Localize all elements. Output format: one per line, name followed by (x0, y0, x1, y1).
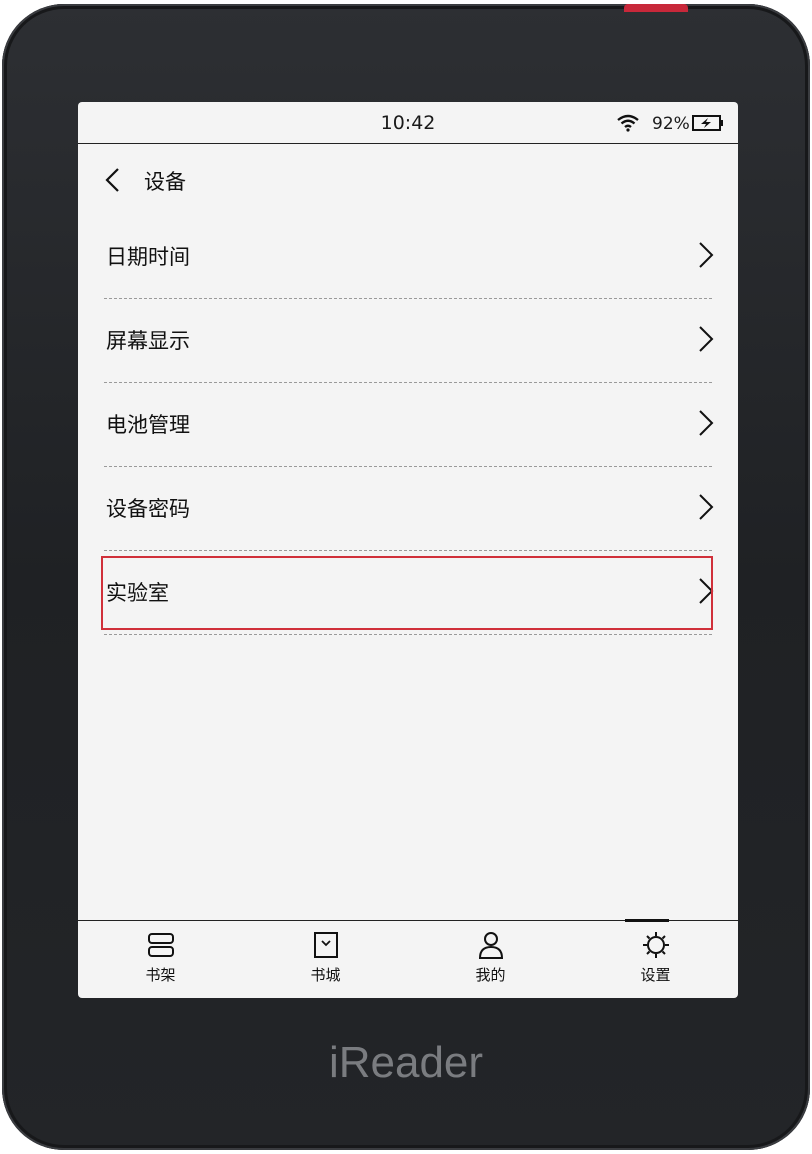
power-button[interactable] (624, 4, 688, 12)
bookshelf-icon (147, 933, 174, 957)
page-title: 设备 (144, 170, 186, 194)
tab-bookshelf[interactable]: 书架 (78, 921, 243, 998)
menu-item-label: 屏幕显示 (106, 329, 190, 353)
menu-item-label: 实验室 (106, 581, 169, 605)
divider (104, 634, 712, 635)
tab-bookstore[interactable]: 书城 (243, 921, 408, 998)
battery-charging-icon (692, 115, 723, 131)
menu-item-device-password[interactable]: 设备密码 (78, 466, 738, 551)
wifi-icon (617, 114, 639, 132)
battery-percent: 92% (652, 114, 690, 134)
menu-item-label: 设备密码 (106, 497, 190, 521)
chevron-right-icon (699, 578, 714, 604)
tab-settings[interactable]: 设置 (573, 919, 738, 998)
menu-item-label: 电池管理 (106, 413, 190, 437)
tab-label: 书城 (310, 966, 341, 984)
tab-label: 我的 (475, 966, 506, 984)
menu-item-date-time[interactable]: 日期时间 (78, 214, 738, 299)
menu-item-label: 日期时间 (106, 245, 190, 269)
tab-label: 书架 (145, 966, 176, 984)
tab-label: 设置 (640, 966, 671, 984)
menu-item-lab[interactable]: 实验室 (78, 550, 738, 635)
brand-logo: iReader (328, 1038, 484, 1087)
profile-icon (478, 932, 503, 959)
settings-menu: 日期时间 屏幕显示 电池管理 设备密码 实验室 (78, 214, 738, 635)
menu-item-battery[interactable]: 电池管理 (78, 382, 738, 467)
chevron-right-icon (699, 410, 714, 436)
tab-profile[interactable]: 我的 (408, 921, 573, 998)
chevron-left-icon[interactable] (102, 166, 122, 194)
chevron-right-icon (699, 326, 714, 352)
bottom-tab-bar: 书架 书城 我的 设置 (78, 919, 738, 998)
chevron-right-icon (699, 242, 714, 268)
chevron-right-icon (699, 494, 714, 520)
device-frame: 10:42 92% 设备 日期时间 屏幕显示 电池管理 设备密码 实验室 书架 … (2, 4, 810, 1150)
page-header: 设备 (78, 144, 738, 216)
settings-icon (642, 932, 669, 958)
bookstore-icon (313, 932, 338, 958)
status-bar: 10:42 92% (78, 102, 738, 144)
menu-item-screen-display[interactable]: 屏幕显示 (78, 298, 738, 383)
screen: 10:42 92% 设备 日期时间 屏幕显示 电池管理 设备密码 实验室 书架 … (78, 102, 738, 998)
